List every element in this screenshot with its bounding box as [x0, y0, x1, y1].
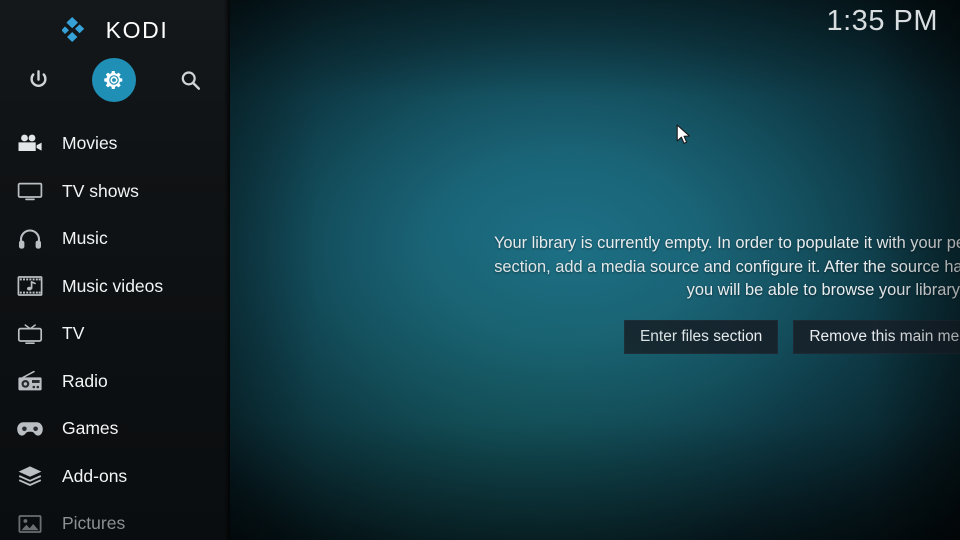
kodi-diamond-logo-icon: [61, 15, 96, 45]
gear-icon: [104, 71, 123, 89]
empty-library-block: Your library is currently empty. In orde…: [480, 232, 960, 355]
search-button[interactable]: [152, 58, 228, 102]
television-icon: [10, 175, 50, 207]
picture-icon: [10, 508, 50, 540]
sidebar-item-label: TV: [62, 323, 85, 344]
sidebar-item-label: Music videos: [62, 275, 164, 296]
sidebar-item-radio[interactable]: Radio: [0, 358, 230, 406]
app-name: KODI: [105, 16, 169, 43]
film-music-icon: [10, 270, 50, 302]
sidebar-item-label: Radio: [62, 370, 108, 391]
empty-library-message: Your library is currently empty. In orde…: [493, 234, 960, 299]
settings-button[interactable]: [76, 58, 152, 102]
sidebar-item-label: Music: [62, 228, 108, 249]
sidebar-item-label: TV shows: [62, 180, 139, 201]
remove-main-menu-item-button[interactable]: Remove this main menu item: [793, 319, 960, 355]
sidebar-item-label: Add-ons: [62, 465, 128, 486]
sidebar-menu: Movies TV shows Music Music videos TV Ra…: [0, 120, 230, 540]
sidebar-item-label: Pictures: [62, 513, 126, 534]
sidebar-item-pictures[interactable]: Pictures: [0, 500, 230, 540]
sidebar-item-add-ons[interactable]: Add-ons: [0, 453, 230, 501]
clock: 1:35 PM: [826, 5, 938, 37]
app-logo: KODI: [0, 12, 230, 48]
sidebar-action-row: [0, 58, 230, 102]
radio-icon: [10, 365, 50, 397]
settings-highlight: [92, 58, 136, 102]
power-button[interactable]: [0, 58, 76, 102]
sidebar: KODI Movies TV shows Music Music videos …: [0, 0, 230, 540]
kodi-window: Your library is currently empty. In orde…: [0, 0, 960, 540]
sidebar-item-label: Games: [62, 418, 119, 439]
addons-box-icon: [10, 460, 50, 492]
main-content-area: Your library is currently empty. In orde…: [230, 0, 960, 540]
empty-library-button-row: Enter files section Remove this main men…: [480, 319, 960, 355]
crt-tv-icon: [10, 318, 50, 350]
sidebar-item-music-videos[interactable]: Music videos: [0, 263, 230, 311]
headphones-icon: [10, 223, 50, 255]
sidebar-item-music[interactable]: Music: [0, 215, 230, 263]
sidebar-item-tv-shows[interactable]: TV shows: [0, 168, 230, 216]
sidebar-item-movies[interactable]: Movies: [0, 120, 230, 168]
sidebar-item-games[interactable]: Games: [0, 405, 230, 453]
sidebar-item-label: Movies: [62, 133, 118, 154]
movie-camera-icon: [10, 128, 50, 160]
gamepad-icon: [10, 413, 50, 445]
enter-files-section-button[interactable]: Enter files section: [623, 319, 779, 355]
sidebar-item-tv[interactable]: TV: [0, 310, 230, 358]
search-icon: [181, 70, 200, 90]
power-icon: [29, 69, 47, 87]
